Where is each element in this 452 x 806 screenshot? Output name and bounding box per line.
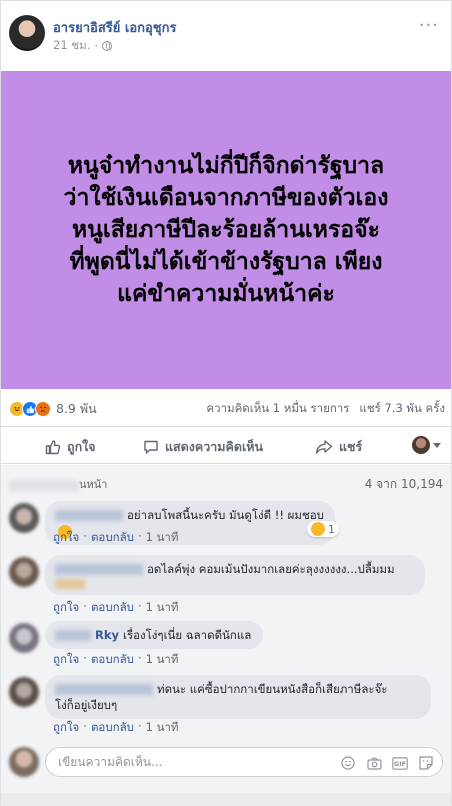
dot-separator: · <box>83 719 87 733</box>
comment-button[interactable]: แสดงความคิดเห็น <box>143 437 263 457</box>
share-count[interactable]: แชร์ 7.3 พัน ครั้ง <box>359 400 445 418</box>
post-text-line: ว่าใช้เงินเดือนจากภาษีของตัวเอง <box>63 185 389 211</box>
comment-time[interactable]: 1 นาที <box>146 529 179 547</box>
reaction-profile-selector[interactable] <box>412 436 441 454</box>
dot-separator: · <box>83 529 87 543</box>
blurred-text <box>9 479 79 491</box>
comment-text: ท่ดนะ แค่ซื้อปากกาเขียนหนังสือก็เสียภาษี… <box>157 682 388 696</box>
emoji-icon[interactable] <box>340 755 356 771</box>
post-time[interactable]: 21 ชม. <box>53 37 90 55</box>
engagement-stats: ความคิดเห็น 1 หมื่น รายการ แชร์ 7.3 พัน … <box>206 400 445 418</box>
comments-count: 4 จาก 10,194 <box>364 477 443 491</box>
commenter-name-blurred[interactable] <box>55 684 153 695</box>
more-options-icon[interactable]: ··· <box>419 15 439 36</box>
comment-reaction-count: 1 <box>328 522 335 536</box>
comment-bubble: อดไลค์พุ่ง คอมเม้นปังมากเลยค่ะลุงงงงงง..… <box>45 555 425 595</box>
comment-input[interactable]: เขียนความคิดเห็น... GIF <box>45 747 443 777</box>
comment-time[interactable]: 1 นาที <box>146 651 179 669</box>
page-background-strip <box>1 793 451 806</box>
commenter-name[interactable]: Rky <box>95 628 119 642</box>
comment-actions: ถูกใจ · ตอบกลับ · 1 นาที <box>53 529 178 547</box>
reaction-count: 8.9 พัน <box>56 401 97 416</box>
comment-label: แสดงความคิดเห็น <box>165 439 264 454</box>
composer-icons: GIF <box>340 755 434 771</box>
dot-separator: · <box>137 651 142 665</box>
comment-input-placeholder: เขียนความคิดเห็น... <box>58 754 163 769</box>
meta-separator: · <box>94 39 98 53</box>
sticker-icon[interactable] <box>418 755 434 771</box>
comment-like-link[interactable]: ถูกใจ <box>53 651 79 669</box>
current-user-avatar <box>9 747 39 777</box>
post-stats: 8.9 พัน ความคิดเห็น 1 หมื่น รายการ แชร์ … <box>1 389 451 427</box>
comment-bubble: Rky เรื่องโง่ๆเนี่ย ฉลาดดีนักแล <box>45 621 263 649</box>
comment-composer: เขียนความคิดเห็น... GIF <box>1 741 451 781</box>
angry-reaction-icon <box>35 401 51 417</box>
share-button[interactable]: แชร์ <box>315 437 362 457</box>
post-meta: 21 ชม. · <box>53 37 112 55</box>
commenter-avatar[interactable] <box>9 677 39 707</box>
comment-actions: ถูกใจ · ตอบกลับ · 1 นาที <box>53 651 178 669</box>
view-previous-label: นหน้า <box>79 478 108 491</box>
comment-like-link[interactable]: ถูกใจ <box>53 599 79 617</box>
post-text-line: หนูเสียภาษีปีละร้อยล้านเหรอจ๊ะ <box>72 217 380 243</box>
action-bar: ถูกใจ แสดงความคิดเห็น แชร์ <box>1 428 451 464</box>
share-label: แชร์ <box>339 439 363 454</box>
comment-reply-link[interactable]: ตอบกลับ <box>91 529 134 547</box>
reactions-summary[interactable]: 8.9 พัน <box>9 399 97 419</box>
comment-actions: ถูกใจ · ตอบกลับ · 1 นาที <box>53 599 178 617</box>
post-card: อารยาอิสรีย์ เอกอุชุกร 21 ชม. · ··· หนูจ… <box>0 0 452 806</box>
comment-text: โง่ก็อยู่เงียบๆ <box>55 698 118 712</box>
comment-like-link[interactable]: ถูกใจ <box>53 719 79 737</box>
comment-reply-link[interactable]: ตอบกลับ <box>91 719 134 737</box>
commenter-name-blurred[interactable] <box>55 630 91 641</box>
blurred-emoji <box>55 579 85 589</box>
comment-time[interactable]: 1 นาที <box>146 719 179 737</box>
thumbs-up-icon <box>45 440 61 455</box>
comment-text: อดไลค์พุ่ง คอมเม้นปังมากเลยค่ะลุงงงงงง..… <box>147 562 395 576</box>
post-content: หนูจ๋าทำงานไม่กี่ปีก็จิกด่ารัฐบาล ว่าใช้… <box>1 71 451 389</box>
dot-separator: · <box>137 719 142 733</box>
like-button[interactable]: ถูกใจ <box>45 437 96 457</box>
comment-reply-link[interactable]: ตอบกลับ <box>91 651 134 669</box>
comment-bubble-icon <box>144 440 158 454</box>
view-previous-comments[interactable]: นหน้า <box>9 475 107 493</box>
camera-icon[interactable] <box>366 755 382 771</box>
comment-reactions[interactable]: 1 <box>307 521 339 537</box>
dot-separator: · <box>83 599 87 613</box>
comment-reply-link[interactable]: ตอบกลับ <box>91 599 134 617</box>
dot-separator: · <box>137 599 142 613</box>
post-text-line: หนูจ๋าทำงานไม่กี่ปีก็จิกด่ารัฐบาล <box>67 153 385 179</box>
comment-like-link[interactable]: ถูกใจ <box>53 529 79 547</box>
author-name[interactable]: อารยาอิสรีย์ เอกอุชุกร <box>53 17 176 38</box>
post-header: อารยาอิสรีย์ เอกอุชุกร 21 ชม. · ··· <box>1 1 451 71</box>
post-text-line: แค่ขำความมั่นหน้าค่ะ <box>117 281 335 307</box>
commenter-avatar[interactable] <box>9 623 39 653</box>
share-arrow-icon <box>315 440 333 454</box>
haha-reaction-icon <box>311 522 325 536</box>
like-label: ถูกใจ <box>67 439 96 454</box>
comment-bubble: ท่ดนะ แค่ซื้อปากกาเขียนหนังสือก็เสียภาษี… <box>45 675 431 719</box>
globe-icon <box>102 41 112 51</box>
comment-count[interactable]: ความคิดเห็น 1 หมื่น รายการ <box>206 400 349 418</box>
author-avatar[interactable] <box>9 15 45 51</box>
profile-avatar <box>412 436 430 454</box>
commenter-avatar[interactable] <box>9 503 39 533</box>
commenter-avatar[interactable] <box>9 557 39 587</box>
dot-separator: · <box>83 651 87 665</box>
chevron-down-icon <box>433 442 441 448</box>
commenter-name-blurred[interactable] <box>55 510 123 521</box>
post-text: หนูจ๋าทำงานไม่กี่ปีก็จิกด่ารัฐบาล ว่าใช้… <box>16 150 436 310</box>
comment-time[interactable]: 1 นาที <box>146 599 179 617</box>
gif-icon[interactable]: GIF <box>392 755 408 771</box>
comment-text: เรื่องโง่ๆเนี่ย ฉลาดดีนักแล <box>123 628 252 642</box>
commenter-name-blurred[interactable] <box>55 564 143 575</box>
svg-text:GIF: GIF <box>394 760 406 768</box>
comment-actions: ถูกใจ · ตอบกลับ · 1 นาที <box>53 719 178 737</box>
comment-text: อย่าลบโพสนี้นะครับ มันดูโง่ดี !! ผมชอบ <box>127 508 324 522</box>
dot-separator: · <box>137 529 142 543</box>
post-text-line: ที่พูดนี่ไม่ได้เข้าข้างรัฐบาล เพียง <box>69 249 383 275</box>
